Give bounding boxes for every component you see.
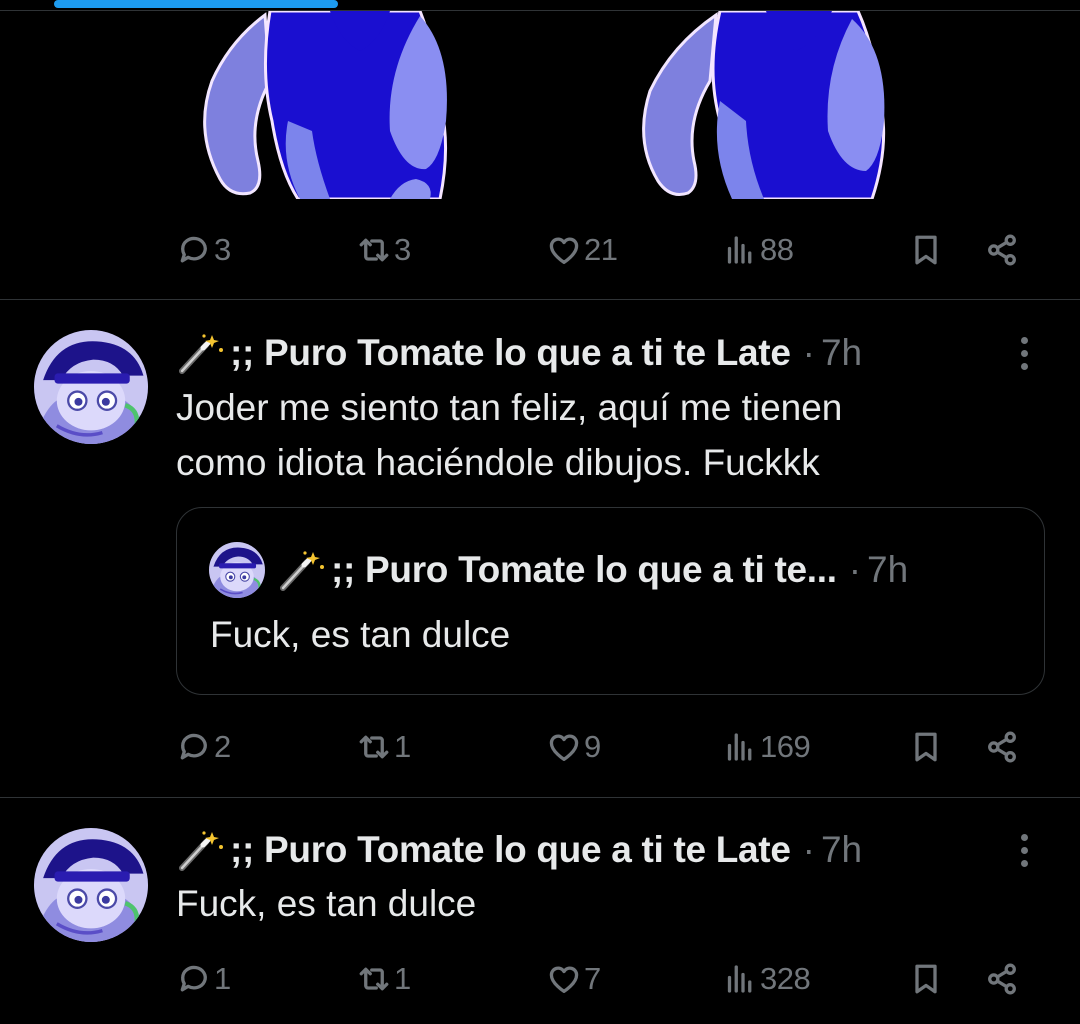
quoted-post-card[interactable]: ;; Puro Tomate lo que a ti te... · 7h Fu… (176, 507, 1045, 695)
post-media-image[interactable] (636, 11, 894, 199)
magic-wand-icon (176, 828, 228, 872)
separator-dot: · (848, 549, 862, 590)
views-icon (722, 961, 758, 997)
reply-count: 3 (214, 232, 231, 267)
post-header: ;; Puro Tomate lo que a ti te Late · 7h (176, 328, 970, 378)
reply-button[interactable]: 3 (176, 225, 231, 275)
reply-count: 2 (214, 729, 231, 764)
separator-dot: · (802, 829, 815, 870)
quoted-post-text: Fuck, es tan dulce (210, 614, 511, 655)
like-count: 21 (584, 232, 618, 267)
quoted-post-time: 7h (867, 549, 909, 590)
post-action-bar: 1 1 7 328 (176, 954, 1036, 1004)
top-divider (0, 10, 1080, 11)
more-options-button[interactable] (1012, 825, 1036, 875)
repost-icon (356, 961, 392, 997)
repost-button[interactable]: 1 (356, 722, 411, 772)
media-progress-bar (54, 0, 338, 8)
avatar[interactable] (34, 828, 148, 942)
repost-icon (356, 232, 392, 268)
post-divider (0, 797, 1080, 798)
views-button[interactable]: 328 (722, 954, 811, 1004)
views-count: 328 (760, 961, 811, 996)
author-name[interactable]: ;; Puro Tomate lo que a ti te Late (230, 829, 791, 871)
heart-icon (546, 961, 582, 997)
post-action-bar: 3 3 21 88 (176, 225, 1036, 275)
reply-icon (176, 961, 212, 997)
author-name[interactable]: ;; Puro Tomate lo que a ti te Late (230, 332, 791, 374)
repost-count: 1 (394, 729, 411, 764)
views-button[interactable]: 88 (722, 225, 794, 275)
like-button[interactable]: 7 (546, 954, 601, 1004)
repost-button[interactable]: 3 (356, 225, 411, 275)
share-icon (984, 961, 1020, 997)
share-button[interactable] (984, 225, 1020, 275)
bookmark-button[interactable] (908, 225, 944, 275)
more-options-button[interactable] (1012, 328, 1036, 378)
like-button[interactable]: 21 (546, 225, 618, 275)
bookmark-icon (908, 961, 944, 997)
views-count: 88 (760, 232, 794, 267)
post-text-line: Joder me siento tan feliz, aquí me tiene… (176, 387, 843, 428)
reply-icon (176, 729, 212, 765)
reply-button[interactable]: 2 (176, 722, 231, 772)
bookmark-button[interactable] (908, 954, 944, 1004)
views-button[interactable]: 169 (722, 722, 811, 772)
magic-wand-icon (176, 331, 228, 375)
separator-dot: · (802, 332, 815, 373)
views-icon (722, 232, 758, 268)
post-text: Fuck, es tan dulce (176, 883, 477, 924)
post-time[interactable]: 7h (821, 332, 862, 374)
post-text: Joder me siento tan feliz, aquí me tiene… (176, 380, 996, 490)
post-text-line: como idiota haciéndole dibujos. Fuckkk (176, 442, 820, 483)
repost-icon (356, 729, 392, 765)
post-media-image[interactable] (190, 11, 516, 199)
avatar[interactable] (34, 330, 148, 444)
share-button[interactable] (984, 954, 1020, 1004)
views-count: 169 (760, 729, 811, 764)
like-button[interactable]: 9 (546, 722, 601, 772)
like-count: 7 (584, 961, 601, 996)
views-icon (722, 729, 758, 765)
post-action-bar: 2 1 9 169 (176, 722, 1036, 772)
dots-icon (1020, 833, 1028, 841)
bookmark-icon (908, 232, 944, 268)
bookmark-icon (908, 729, 944, 765)
repost-button[interactable]: 1 (356, 954, 411, 1004)
quoted-avatar (209, 542, 265, 598)
repost-count: 3 (394, 232, 411, 267)
quoted-author-name: ;; Puro Tomate lo que a ti te... (331, 549, 837, 590)
repost-count: 1 (394, 961, 411, 996)
magic-wand-icon (277, 548, 329, 592)
share-button[interactable] (984, 722, 1020, 772)
reply-count: 1 (214, 961, 231, 996)
share-icon (984, 729, 1020, 765)
post-header: ;; Puro Tomate lo que a ti te Late · 7h (176, 825, 970, 875)
quoted-post-header: ;; Puro Tomate lo que a ti te... · 7h (209, 542, 908, 598)
post-time[interactable]: 7h (821, 829, 862, 871)
heart-icon (546, 729, 582, 765)
dots-icon (1020, 336, 1028, 344)
share-icon (984, 232, 1020, 268)
bookmark-button[interactable] (908, 722, 944, 772)
reply-button[interactable]: 1 (176, 954, 231, 1004)
heart-icon (546, 232, 582, 268)
post-divider (0, 299, 1080, 300)
like-count: 9 (584, 729, 601, 764)
reply-icon (176, 232, 212, 268)
